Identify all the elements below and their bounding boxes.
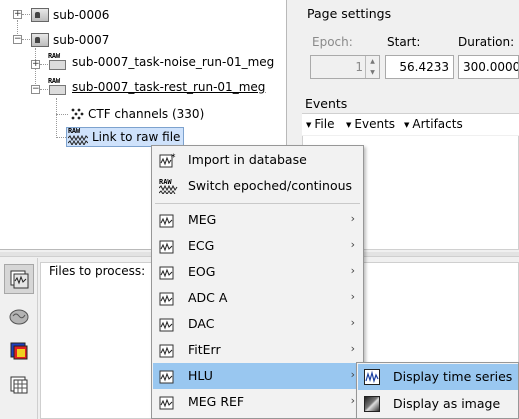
menu-item-ecg[interactable]: ECG › bbox=[153, 233, 362, 259]
timeseries-icon bbox=[159, 316, 175, 332]
submenu-arrow-icon: › bbox=[350, 212, 355, 225]
timeseries-icon bbox=[159, 368, 175, 384]
timeseries-icon bbox=[159, 342, 175, 358]
epoch-spinner[interactable]: 1 ▲ ▼ bbox=[310, 55, 380, 79]
menu-item-display-time-series[interactable]: Display time series bbox=[358, 364, 518, 390]
raw-icon: RAW bbox=[158, 178, 178, 195]
submenu-arrow-icon: › bbox=[350, 342, 355, 355]
submenu-arrow-icon: › bbox=[350, 264, 355, 277]
raw-link-icon: RAW bbox=[68, 127, 88, 146]
tree-item-noise-run[interactable]: RAW sub-0007_task-noise_run-01_meg bbox=[48, 52, 274, 72]
menu-item-dac[interactable]: DAC › bbox=[153, 311, 362, 337]
menu-item-import-in-database[interactable]: * Import in database bbox=[153, 147, 362, 173]
tree-item-sub-0006[interactable]: sub-0006 bbox=[31, 5, 109, 25]
menu-item-eog[interactable]: EOG › bbox=[153, 259, 362, 285]
tree-item-label: CTF channels (330) bbox=[88, 107, 205, 121]
display-image-icon bbox=[364, 396, 380, 412]
tree-item-label: Link to raw file bbox=[92, 130, 181, 144]
start-field[interactable]: 56.4233 bbox=[385, 55, 454, 79]
menu-item-hlu[interactable]: HLU › bbox=[153, 363, 362, 389]
svg-text:RAW: RAW bbox=[159, 178, 172, 186]
matrix-tab-button[interactable] bbox=[4, 370, 34, 400]
hlu-submenu: Display time series Display as image bbox=[356, 362, 519, 419]
collapse-toggle[interactable]: − bbox=[13, 35, 22, 44]
files-to-process-label: Files to process: bbox=[49, 264, 146, 278]
submenu-arrow-icon: › bbox=[350, 238, 355, 251]
timeseries-icon bbox=[159, 238, 175, 254]
dropdown-triangle-icon: ▼ bbox=[306, 121, 312, 129]
menu-separator bbox=[155, 203, 360, 204]
duration-label: Duration: bbox=[458, 35, 515, 49]
tree-item-rest-run[interactable]: RAW sub-0007_task-rest_run-01_meg bbox=[48, 77, 265, 97]
matrix-icon bbox=[10, 376, 28, 394]
events-menu-file[interactable]: ▼ File bbox=[306, 117, 334, 131]
tree-item-link-to-raw[interactable]: RAW Link to raw file bbox=[66, 127, 185, 147]
submenu-arrow-icon: › bbox=[350, 316, 355, 329]
page-settings-title: Page settings bbox=[307, 6, 392, 21]
channels-icon bbox=[71, 108, 84, 120]
dropdown-triangle-icon: ▼ bbox=[346, 121, 352, 129]
timeseries-icon bbox=[159, 394, 175, 410]
timeseries-icon bbox=[159, 290, 175, 306]
menu-item-adc-a[interactable]: ADC A › bbox=[153, 285, 362, 311]
spinner-arrows-icon[interactable]: ▲ ▼ bbox=[365, 56, 379, 78]
svg-text:*: * bbox=[171, 153, 176, 163]
menu-item-display-as-image[interactable]: Display as image bbox=[358, 391, 518, 417]
brain-icon bbox=[9, 309, 29, 325]
submenu-arrow-icon: › bbox=[350, 290, 355, 303]
import-icon: * bbox=[159, 152, 176, 168]
timefreq-tab-button[interactable] bbox=[4, 336, 34, 366]
submenu-arrow-icon: › bbox=[350, 394, 355, 407]
menu-item-meg-ref[interactable]: MEG REF › bbox=[153, 389, 362, 415]
tree-item-channels[interactable]: CTF channels (330) bbox=[70, 104, 204, 124]
events-menubar: ▼ File ▼ Events ▼ Artifacts bbox=[302, 113, 519, 135]
tree-item-label: sub-0007_task-noise_run-01_meg bbox=[72, 55, 275, 69]
events-menu-artifacts[interactable]: ▼ Artifacts bbox=[404, 117, 463, 131]
duration-field[interactable]: 300.0000 bbox=[458, 55, 519, 79]
raw-folder-icon: RAW bbox=[48, 77, 68, 96]
process-toolbar bbox=[0, 258, 38, 419]
sources-tab-button[interactable] bbox=[4, 302, 34, 332]
tree-item-label: sub-0007 bbox=[53, 33, 110, 47]
timeseries-icon bbox=[159, 212, 175, 228]
expand-toggle[interactable]: + bbox=[13, 10, 22, 19]
display-timeseries-icon bbox=[364, 369, 380, 385]
expand-toggle[interactable]: + bbox=[31, 60, 40, 69]
subject-icon bbox=[31, 33, 49, 47]
menu-item-fiterr[interactable]: FitErr › bbox=[153, 337, 362, 363]
events-title: Events bbox=[305, 96, 348, 111]
context-menu: * Import in database RAW Switch epoched/… bbox=[151, 145, 364, 419]
tree-item-label: sub-0007_task-rest_run-01_meg bbox=[72, 80, 266, 94]
events-menu-events[interactable]: ▼ Events bbox=[346, 117, 395, 131]
tree-item-sub-0007[interactable]: sub-0007 bbox=[31, 30, 109, 50]
timefreq-icon bbox=[10, 342, 28, 360]
menu-item-switch-epoched[interactable]: RAW Switch epoched/continous bbox=[153, 173, 362, 199]
dropdown-triangle-icon: ▼ bbox=[404, 121, 410, 129]
menu-item-meg[interactable]: MEG › bbox=[153, 207, 362, 233]
raw-folder-icon: RAW bbox=[48, 52, 68, 71]
raw-data-tab-button[interactable] bbox=[4, 264, 34, 294]
timeseries-icon bbox=[159, 264, 175, 280]
raw-data-icon bbox=[10, 270, 29, 289]
start-label: Start: bbox=[387, 35, 421, 49]
subject-icon bbox=[31, 8, 49, 22]
submenu-arrow-icon: › bbox=[350, 368, 355, 381]
epoch-label: Epoch: bbox=[312, 35, 353, 49]
collapse-toggle[interactable]: − bbox=[31, 85, 40, 94]
tree-item-label: sub-0006 bbox=[53, 8, 110, 22]
